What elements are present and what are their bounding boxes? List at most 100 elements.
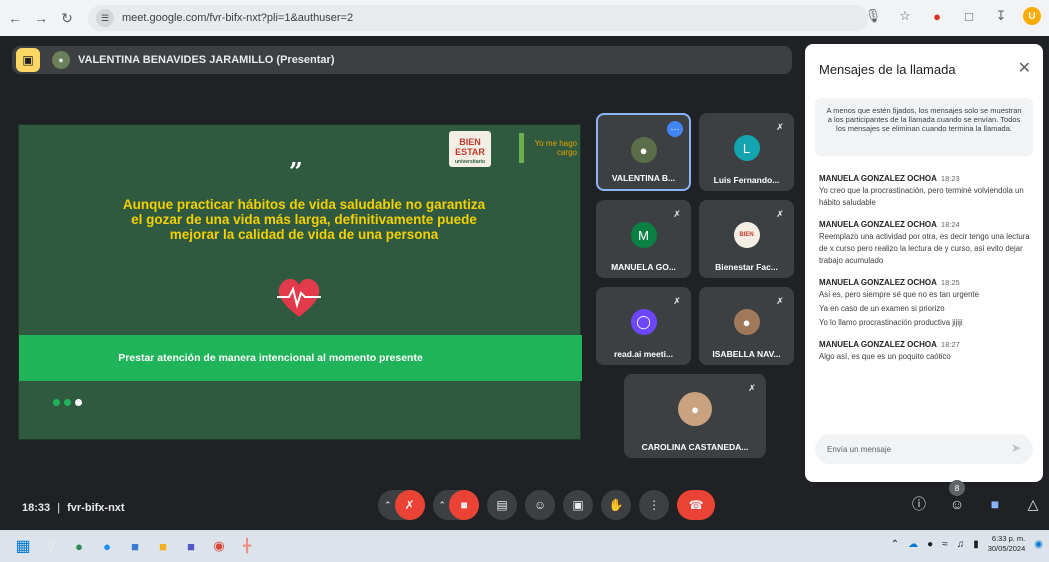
taskbar-app-icon[interactable]: ╋: [236, 535, 258, 557]
participant-avatar: ●: [733, 309, 760, 335]
participant-name: read.ai meeti...: [613, 349, 674, 359]
puzzle-icon[interactable]: □: [959, 6, 979, 26]
shared-slide: BIEN ESTAR universitario Yo me hago carg…: [18, 124, 582, 440]
bookmark-star-icon[interactable]: ☆: [895, 6, 915, 26]
wifi-icon[interactable]: ≈: [942, 539, 948, 550]
send-icon[interactable]: ➤: [1011, 441, 1021, 455]
chat-message: MANUELA GONZALEZ OCHOA 18:27 Algo así, es…: [819, 340, 1033, 363]
windows-taskbar: ▦ ⚲ ● ● ■ ■ ■ ◉ ╋ ⌃ ☁ ● ≈ ♫ ▮ 6:33 p. m.…: [0, 530, 1049, 562]
bienestar-avatar: BIEN: [733, 222, 760, 248]
slide-dot-active: [75, 399, 82, 406]
chat-button[interactable]: ■: [985, 494, 1005, 514]
chat-message: MANUELA GONZALEZ OCHOA 18:25 Así es, pero…: [819, 278, 1033, 329]
participant-tile[interactable]: ✗ ● CAROLINA CASTANEDA...: [624, 374, 766, 458]
taskbar-app-icon[interactable]: ●: [96, 535, 118, 557]
mic-control-group: ⌃ ✗: [378, 490, 425, 520]
chat-notice: A menos que estén fijados, los mensajes …: [815, 98, 1033, 156]
bienestar-logo-sub: universitario: [454, 159, 485, 165]
mic-off-button[interactable]: ✗: [394, 490, 425, 520]
taskbar-app-icon[interactable]: ■: [124, 535, 146, 557]
chat-message: MANUELA GONZALEZ OCHOA 18:24 Reemplazo un…: [819, 220, 1033, 267]
participant-tile[interactable]: ✗ ◯ read.ai meeti...: [596, 287, 691, 365]
participant-avatar: ●: [630, 137, 657, 163]
system-tray: ⌃ ☁ ● ≈ ♫ ▮ 6:33 p. m. 30/05/2024 ◉: [891, 534, 1043, 554]
notification-bell-icon[interactable]: ◉: [1034, 539, 1043, 550]
chat-message-input[interactable]: Envía un mensaje ➤: [815, 434, 1033, 464]
slide-dot: [53, 399, 60, 406]
present-screen-button[interactable]: ▣: [563, 490, 594, 520]
camera-off-button[interactable]: ■: [449, 490, 480, 520]
download-icon[interactable]: ↧: [991, 6, 1011, 26]
chat-panel: Mensajes de la llamada ✕ A menos que est…: [805, 44, 1043, 482]
more-options-icon[interactable]: ⋯: [667, 121, 683, 137]
message-sender: MANUELA GONZALEZ OCHOA: [819, 278, 937, 287]
captions-button[interactable]: ▤: [487, 490, 518, 520]
participant-tile[interactable]: ✗ L Luis Fernando...: [699, 113, 794, 191]
heart-pulse-icon: [277, 278, 321, 317]
mic-options-chevron-icon[interactable]: ⌃: [384, 500, 392, 511]
mic-off-icon: ✗: [776, 121, 784, 132]
file-explorer-icon[interactable]: ■: [152, 535, 174, 557]
mic-off-icon: ✗: [748, 382, 756, 393]
participant-name: MANUELA GO...: [611, 262, 676, 272]
onedrive-icon[interactable]: ☁: [908, 539, 918, 550]
reload-icon[interactable]: ↻: [56, 7, 78, 29]
mic-off-icon: ✗: [776, 295, 784, 306]
participant-tile[interactable]: ✗ BIEN Bienestar Fac...: [699, 200, 794, 278]
battery-icon[interactable]: ▮: [973, 539, 979, 550]
participant-name: Bienestar Fac...: [715, 262, 778, 272]
profile-avatar[interactable]: U: [1023, 7, 1041, 25]
taskbar-app-icon[interactable]: ●: [68, 535, 90, 557]
activities-button[interactable]: △: [1023, 494, 1043, 514]
microphone-icon[interactable]: 🎙: [863, 6, 883, 26]
volume-icon[interactable]: ♫: [957, 539, 965, 550]
back-arrow-icon[interactable]: ←: [4, 7, 26, 29]
message-line: Reemplazo una actividad por otra, es dec…: [819, 232, 1030, 265]
message-line: Algo así, es que es un poquito caótico: [819, 352, 951, 361]
slide-band-text: Prestar atención de manera intencional a…: [118, 352, 423, 364]
chrome-icon[interactable]: ◉: [208, 535, 230, 557]
presentation-icon[interactable]: ▣: [16, 48, 40, 72]
url-text: meet.google.com/fvr-bifx-nxt?pli=1&authu…: [122, 12, 354, 24]
message-line: Ya en caso de un examen si priorizo: [819, 304, 945, 313]
taskbar-clock[interactable]: 6:33 p. m. 30/05/2024: [988, 534, 1026, 554]
tray-chevron-icon[interactable]: ⌃: [891, 539, 899, 550]
address-bar[interactable]: ☰ meet.google.com/fvr-bifx-nxt?pli=1&aut…: [88, 5, 868, 31]
windows-start-icon[interactable]: ▦: [12, 535, 34, 557]
taskbar-date: 30/05/2024: [987, 544, 1026, 553]
end-call-button[interactable]: ☎: [677, 490, 716, 520]
message-time: 18:23: [940, 174, 960, 183]
message-line: Yo creo que la procrastinación, pero ter…: [819, 186, 1024, 207]
emoji-reaction-button[interactable]: ☺: [525, 490, 556, 520]
forward-arrow-icon[interactable]: →: [30, 7, 52, 29]
browser-toolbar: ← → ↻ ☰ meet.google.com/fvr-bifx-nxt?pli…: [0, 0, 1049, 36]
people-button[interactable]: 8 ☺: [947, 480, 967, 514]
search-icon[interactable]: ⚲: [40, 535, 62, 557]
raise-hand-button[interactable]: ✋: [601, 490, 632, 520]
call-controls: ⌃ ✗ ⌃ ■ ▤ ☺ ▣ ✋ ⋮ ☎: [378, 490, 716, 520]
site-settings-icon[interactable]: ☰: [96, 9, 114, 27]
participant-name: ISABELLA NAV...: [712, 349, 781, 359]
camera-control-group: ⌃ ■: [432, 490, 480, 520]
meeting-info-button[interactable]: ⓘ: [909, 494, 929, 514]
presenter-name: VALENTINA BENAVIDES JARAMILLO (Presentar…: [78, 54, 335, 66]
teams-icon[interactable]: ■: [180, 535, 202, 557]
chat-messages: MANUELA GONZALEZ OCHOA 18:23 Yo creo que …: [819, 174, 1033, 374]
slide-dots: [53, 399, 82, 406]
slide-quote: Aunque practicar hábitos de vida saludab…: [122, 197, 486, 242]
meet-stage: ▣ ● VALENTINA BENAVIDES JARAMILLO (Prese…: [0, 36, 1049, 530]
participant-tile[interactable]: ✗ ● ISABELLA NAV...: [699, 287, 794, 365]
participant-tile[interactable]: ✗ M MANUELA GO...: [596, 200, 691, 278]
close-icon[interactable]: ✕: [1018, 58, 1031, 78]
read-ai-avatar: ◯: [630, 309, 657, 335]
extension-icon[interactable]: ●: [927, 6, 947, 26]
meeting-separator: |: [57, 502, 61, 514]
camera-options-chevron-icon[interactable]: ⌃: [439, 500, 447, 511]
more-options-button[interactable]: ⋮: [639, 490, 670, 520]
participant-avatar: ●: [678, 392, 712, 426]
mic-tray-icon[interactable]: ●: [927, 539, 933, 550]
message-line: Así es, pero siempre sé que no es tan ur…: [819, 290, 979, 299]
message-time: 18:25: [940, 278, 960, 287]
participant-tile[interactable]: ⋯ ● VALENTINA B...: [596, 113, 691, 191]
participant-name: CAROLINA CASTANEDA...: [641, 442, 749, 452]
